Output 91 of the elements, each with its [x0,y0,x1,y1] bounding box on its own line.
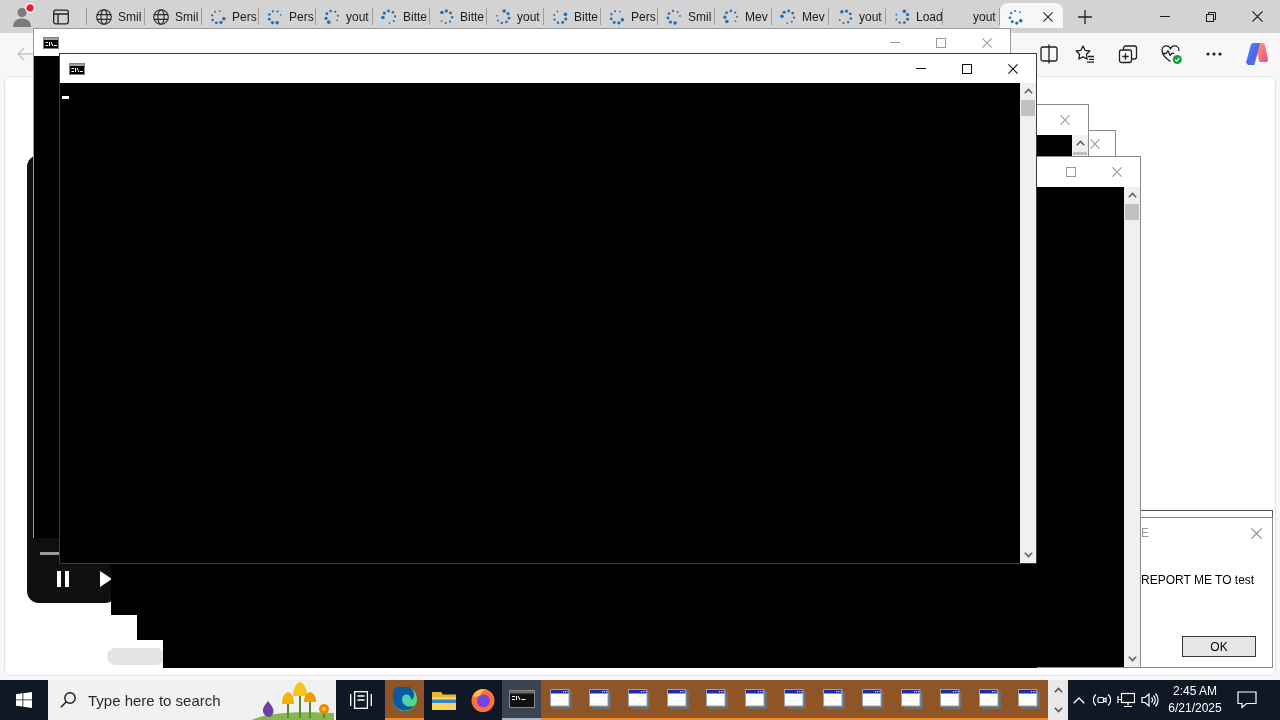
chevron-up-icon [1073,696,1085,704]
browser-icon [392,687,417,711]
windows-logo-icon [16,692,32,708]
loading-spinner-icon [495,9,511,25]
close-icon [1008,63,1018,74]
maximize-icon [1066,167,1076,177]
close-icon [1251,11,1263,22]
task-view-icon [349,691,372,709]
loading-spinner-icon [210,9,226,25]
message-text: REPORT ME TO test [1141,573,1256,587]
console-body [1037,135,1072,156]
window-icon [822,689,845,709]
volume-icon [1141,692,1159,708]
loading-spinner-icon [552,9,568,25]
loading-spinner-icon [438,9,454,25]
loading-spinner-icon [723,9,739,25]
close-icon [1043,12,1053,22]
back-icon [17,47,33,61]
chevron-down-icon[interactable] [1127,656,1137,662]
fox-browser-icon [470,688,495,712]
notification-icon [1237,691,1257,709]
maximize-icon [936,37,946,48]
window-icon [939,689,962,709]
search-icon [60,692,76,708]
chevron-up-icon[interactable] [1053,687,1063,693]
clock[interactable]: 2:45 AM 6/21/2025 [1162,680,1228,720]
loading-spinner-icon [381,9,397,25]
pause-icon[interactable] [57,571,69,587]
minimize-icon [916,68,926,69]
scroll-thumb[interactable] [1073,152,1087,155]
loading-spinner-icon [837,9,853,25]
loading-spinner-icon [609,9,625,25]
close-icon [1112,167,1122,177]
taskbar-button[interactable] [502,680,541,720]
window-icon [549,689,572,709]
chevron-down-icon[interactable] [1023,552,1033,558]
star-list-icon [1075,45,1095,63]
console-icon [69,62,85,75]
window-icon [627,689,650,709]
loading-spinner-icon [894,9,910,25]
window-icon [900,689,923,709]
close-icon [1060,115,1070,125]
scroll-thumb[interactable] [1125,204,1139,220]
chevron-up-icon[interactable] [1127,192,1137,198]
window-icon [666,689,689,709]
profile-avatar[interactable] [12,6,32,27]
globe-icon [153,9,169,25]
window-icon [744,689,767,709]
dialog-title: E [1141,526,1149,540]
loading-spinner-icon [1008,9,1024,25]
window-icon [1017,689,1040,709]
panel-icon [53,9,69,25]
terminal-icon [508,690,535,708]
console-icon [43,36,59,49]
heart-pulse-icon [1160,44,1182,64]
chevron-down-icon[interactable] [1053,707,1063,713]
maximize-icon [962,63,972,74]
chevron-up-icon[interactable] [1023,88,1033,94]
ok-button[interactable]: OK [1182,636,1256,657]
window-icon [978,689,1001,709]
close-icon [1090,138,1100,149]
more-icon [1206,52,1222,56]
loading-spinner-icon [267,9,283,25]
plus-icon [1078,9,1092,24]
split-screen-icon [1039,44,1058,64]
taskbar-button[interactable] [541,680,580,720]
loading-spinner-icon [324,9,340,25]
window-icon [861,689,884,709]
network-icon [1117,692,1135,708]
camera-icon [1093,692,1111,708]
chevron-up-icon[interactable] [1075,140,1085,146]
minimize-icon [890,42,900,43]
restore-icon [1206,11,1216,22]
scroll-thumb[interactable] [107,648,165,665]
collections-icon [1118,44,1138,64]
flowers-icon [252,682,334,720]
loading-spinner-icon [666,9,682,25]
minimize-icon [1160,16,1170,17]
window-icon [705,689,728,709]
browser-tab[interactable] [1000,3,1063,28]
close-icon [1250,527,1262,539]
scroll-thumb[interactable] [1021,100,1035,116]
folder-icon [431,690,456,710]
window-icon [783,689,806,709]
close-icon [982,37,992,48]
taskbar-button[interactable] [1009,680,1048,720]
loading-spinner-icon [780,9,796,25]
copilot-icon [1246,43,1268,65]
search-field[interactable]: Type here to search [48,680,336,720]
globe-icon [96,9,112,25]
window-icon [588,689,611,709]
